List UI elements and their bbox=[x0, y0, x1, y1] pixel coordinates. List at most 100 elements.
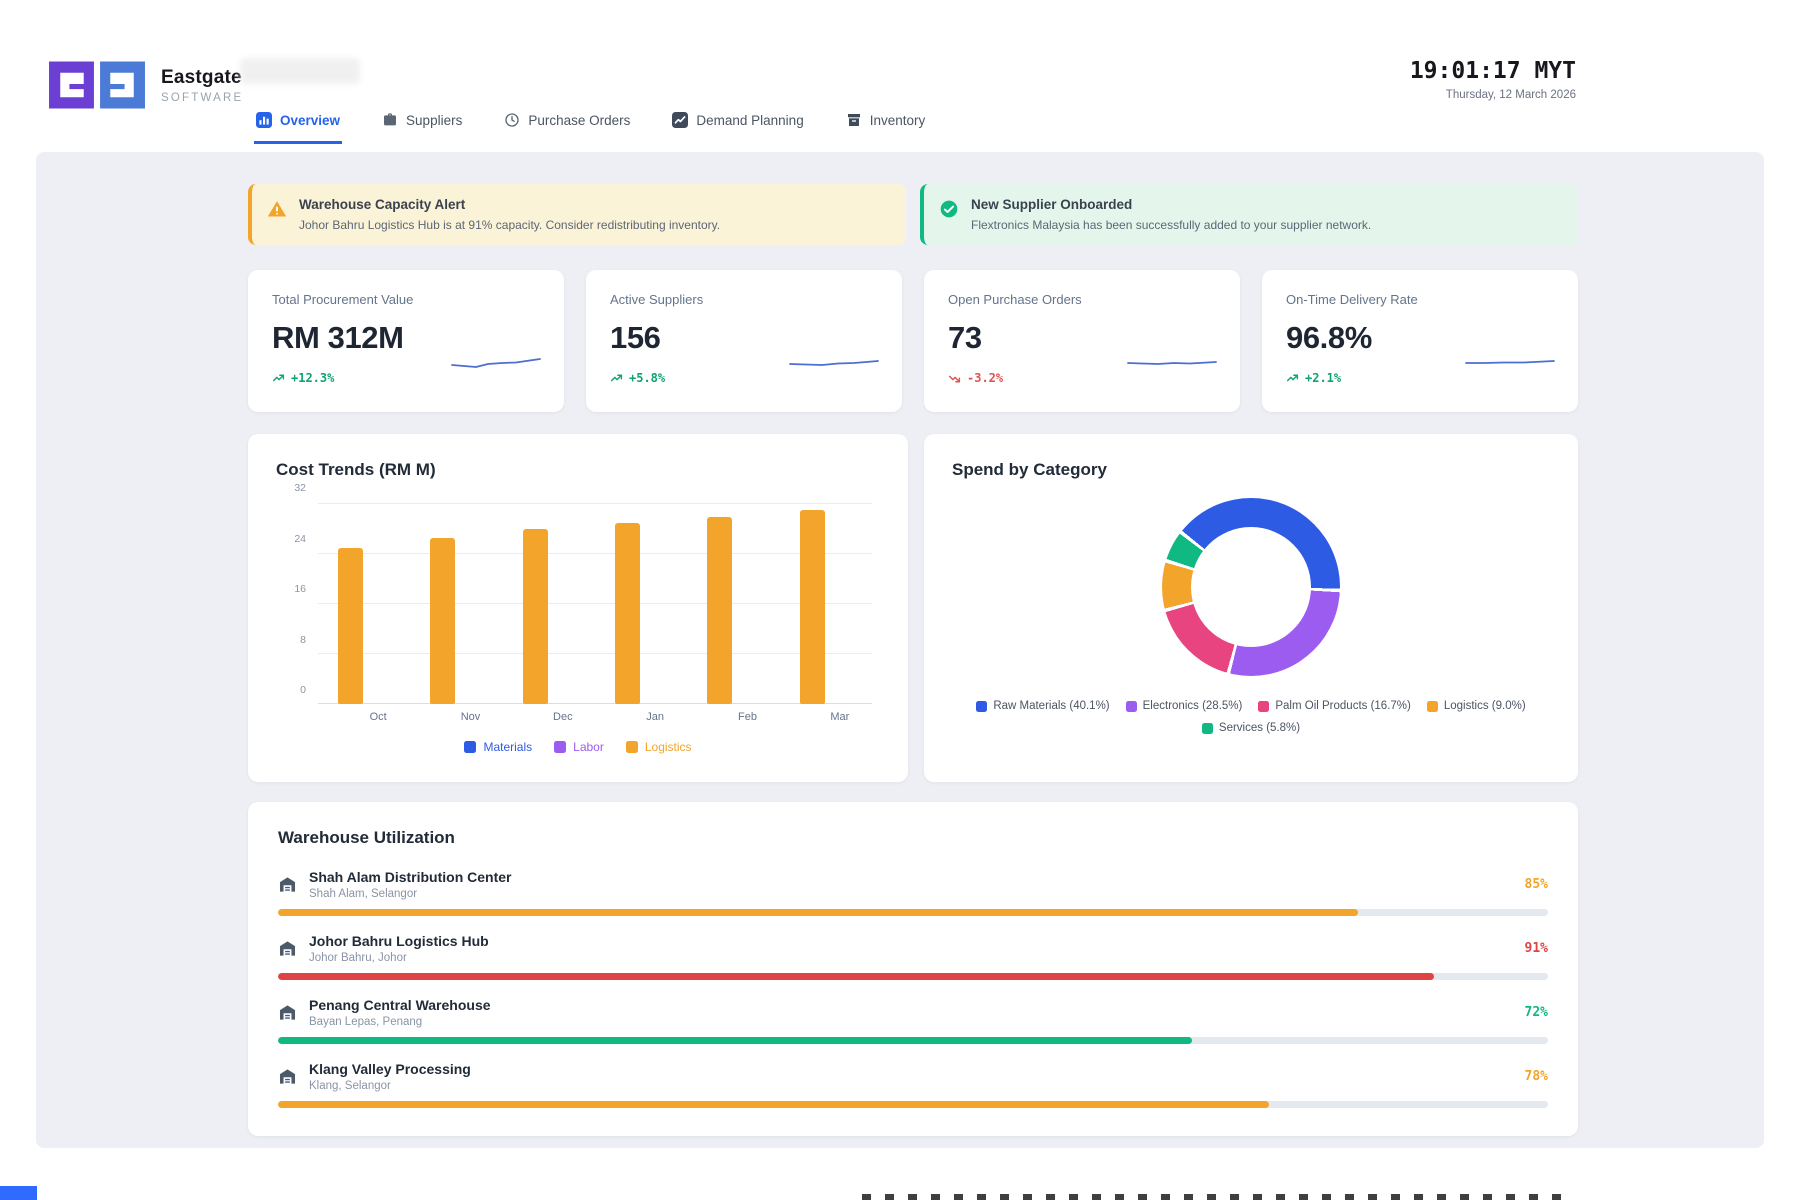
check-circle-icon bbox=[939, 199, 959, 219]
kpi-delta: +12.3% bbox=[272, 371, 540, 385]
clock-time: 19:01:17 MYT bbox=[1410, 58, 1576, 84]
warehouse-utilization-card: Warehouse Utilization Shah Alam Distribu… bbox=[248, 802, 1578, 1136]
tab-suppliers[interactable]: Suppliers bbox=[380, 112, 464, 144]
warehouse-utilization-title: Warehouse Utilization bbox=[278, 828, 1548, 848]
bar-feb bbox=[707, 517, 732, 705]
legend-item-palm-oil-products[interactable]: Palm Oil Products (16.7%) bbox=[1258, 700, 1411, 712]
legend-swatch bbox=[1202, 723, 1213, 734]
kpi-label: Total Procurement Value bbox=[272, 292, 540, 307]
donut-hole bbox=[1191, 527, 1311, 647]
warehouse-row-johor-bahru-logistics-hub: Johor Bahru Logistics HubJohor Bahru, Jo… bbox=[278, 933, 1548, 980]
warehouse-icon bbox=[278, 875, 297, 894]
legend-item-materials[interactable]: Materials bbox=[464, 740, 532, 754]
alert-title: New Supplier Onboarded bbox=[971, 197, 1371, 212]
clock: 19:01:17 MYT Thursday, 12 March 2026 bbox=[1410, 58, 1576, 101]
cropped-text-artifact bbox=[862, 1194, 1562, 1200]
legend-item-labor[interactable]: Labor bbox=[554, 740, 604, 754]
tab-label: Overview bbox=[280, 113, 340, 128]
kpi-delta: +2.1% bbox=[1286, 371, 1554, 385]
legend-swatch bbox=[1126, 701, 1137, 712]
x-tick-label: Nov bbox=[410, 711, 502, 723]
alerts-row: Warehouse Capacity Alert Johor Bahru Logi… bbox=[248, 184, 1578, 245]
tab-label: Purchase Orders bbox=[528, 113, 630, 128]
bar-nov bbox=[430, 538, 455, 704]
overview-icon bbox=[256, 112, 272, 128]
gridline bbox=[318, 503, 872, 504]
spend-by-category-card: Spend by Category Raw Materials (40.1%) E… bbox=[924, 434, 1578, 782]
legend-swatch bbox=[554, 741, 566, 753]
x-tick-label: Dec bbox=[503, 711, 595, 723]
gridline bbox=[318, 603, 872, 604]
gridline bbox=[318, 653, 872, 654]
legend-swatch bbox=[626, 741, 638, 753]
kpi-delta: +5.8% bbox=[610, 371, 878, 385]
legend-swatch bbox=[1258, 701, 1269, 712]
kpi-row: Total Procurement ValueRM 312M+12.3%Acti… bbox=[248, 270, 1578, 412]
legend-swatch bbox=[976, 701, 987, 712]
inventory-icon bbox=[846, 112, 862, 128]
warehouse-icon bbox=[278, 1067, 297, 1086]
sparkline bbox=[450, 346, 542, 372]
legend-item-logistics[interactable]: Logistics (9.0%) bbox=[1427, 700, 1526, 712]
tab-overview[interactable]: Overview bbox=[254, 112, 342, 144]
warehouse-percent: 91% bbox=[1525, 941, 1548, 956]
kpi-label: Active Suppliers bbox=[610, 292, 878, 307]
tab-label: Inventory bbox=[870, 113, 926, 128]
brand-subtitle: SOFTWARE bbox=[161, 92, 243, 104]
tab-purchase-orders[interactable]: Purchase Orders bbox=[502, 112, 632, 144]
eastgate-logo-icon bbox=[48, 60, 146, 110]
utilization-track bbox=[278, 1037, 1548, 1044]
warehouse-name: Johor Bahru Logistics Hub bbox=[309, 933, 489, 949]
gridline bbox=[318, 553, 872, 554]
alert-title: Warehouse Capacity Alert bbox=[299, 197, 720, 212]
cost-trends-title: Cost Trends (RM M) bbox=[276, 460, 880, 480]
legend-item-services[interactable]: Services (5.8%) bbox=[1202, 722, 1300, 734]
utilization-track bbox=[278, 973, 1548, 980]
y-tick-label: 0 bbox=[276, 684, 306, 696]
blurred-text-artifact bbox=[240, 58, 360, 84]
alert-message: Flextronics Malaysia has been successful… bbox=[971, 218, 1371, 232]
cost-trends-chart: 32241680 bbox=[276, 502, 880, 704]
warehouse-name: Penang Central Warehouse bbox=[309, 997, 491, 1013]
legend-item-raw-materials[interactable]: Raw Materials (40.1%) bbox=[976, 700, 1109, 712]
tab-inventory[interactable]: Inventory bbox=[844, 112, 928, 144]
spend-by-category-title: Spend by Category bbox=[952, 460, 1550, 480]
suppliers-icon bbox=[382, 112, 398, 128]
utilization-track bbox=[278, 909, 1548, 916]
spend-donut-chart bbox=[1162, 498, 1340, 676]
bottom-left-accent bbox=[0, 1186, 37, 1200]
nav-tabs: Overview Suppliers Purchase Orders Demand P… bbox=[254, 112, 927, 144]
kpi-card-open-purchase-orders: Open Purchase Orders73-3.2% bbox=[924, 270, 1240, 412]
sparkline bbox=[788, 346, 880, 372]
warehouse-percent: 85% bbox=[1525, 877, 1548, 892]
legend-item-electronics[interactable]: Electronics (28.5%) bbox=[1126, 700, 1243, 712]
warehouse-row-penang-central-warehouse: Penang Central WarehouseBayan Lepas, Pen… bbox=[278, 997, 1548, 1044]
dashboard-panel: Warehouse Capacity Alert Johor Bahru Logi… bbox=[36, 152, 1764, 1148]
kpi-card-total-procurement-value: Total Procurement ValueRM 312M+12.3% bbox=[248, 270, 564, 412]
alert-warning: Warehouse Capacity Alert Johor Bahru Logi… bbox=[248, 184, 906, 245]
clock-date: Thursday, 12 March 2026 bbox=[1410, 89, 1576, 101]
legend-swatch bbox=[1427, 701, 1438, 712]
warehouse-row-klang-valley-processing: Klang Valley ProcessingKlang, Selangor78… bbox=[278, 1061, 1548, 1108]
kpi-label: Open Purchase Orders bbox=[948, 292, 1216, 307]
alert-success: New Supplier Onboarded Flextronics Malays… bbox=[920, 184, 1578, 245]
warehouse-icon bbox=[278, 939, 297, 958]
y-tick-label: 16 bbox=[276, 583, 306, 595]
y-tick-label: 24 bbox=[276, 533, 306, 545]
legend-item-logistics[interactable]: Logistics bbox=[626, 740, 692, 754]
warehouse-name: Shah Alam Distribution Center bbox=[309, 869, 512, 885]
x-tick-label: Feb bbox=[687, 711, 779, 723]
warehouse-location: Shah Alam, Selangor bbox=[309, 888, 512, 900]
legend-swatch bbox=[464, 741, 476, 753]
spend-legend: Raw Materials (40.1%) Electronics (28.5%)… bbox=[952, 700, 1550, 734]
sparkline bbox=[1464, 346, 1556, 372]
alert-message: Johor Bahru Logistics Hub is at 91% capa… bbox=[299, 218, 720, 232]
trend-up-icon bbox=[272, 372, 285, 385]
kpi-card-active-suppliers: Active Suppliers156+5.8% bbox=[586, 270, 902, 412]
tab-demand-planning[interactable]: Demand Planning bbox=[670, 112, 805, 144]
kpi-card-on-time-delivery-rate: On-Time Delivery Rate96.8%+2.1% bbox=[1262, 270, 1578, 412]
cost-trends-x-axis: OctNovDecJanFebMar bbox=[318, 711, 872, 723]
trend-up-icon bbox=[610, 372, 623, 385]
brand-name: Eastgate bbox=[161, 67, 243, 89]
bar-oct bbox=[338, 548, 363, 704]
